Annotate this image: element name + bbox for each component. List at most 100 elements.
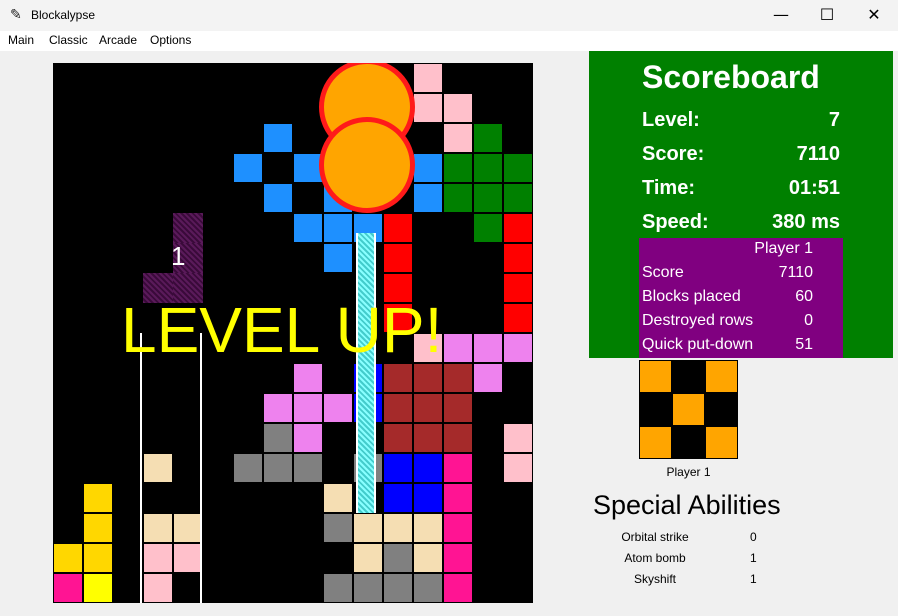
menu-classic[interactable]: Classic [49,33,88,47]
board-block [293,453,323,483]
menu-bar: Main Classic Arcade Options [0,31,898,51]
orbital-beam [356,233,376,513]
preview-block [639,360,672,393]
board-block [413,93,443,123]
menu-arcade[interactable]: Arcade [99,33,137,47]
ability-atom-bomb[interactable]: Atom bomb 1 [600,551,780,569]
board-block [443,423,473,453]
score-label: Score: [642,143,705,165]
board-block [443,183,473,213]
board-block [503,453,533,483]
falling-piece-block [173,213,203,243]
ability-count: 0 [750,530,757,544]
board-block [323,243,353,273]
board-block [173,513,203,543]
game-board[interactable]: 1 LEVEL UP! [53,63,533,603]
board-block [443,93,473,123]
board-block [443,333,473,363]
board-block [293,213,323,243]
board-block [413,183,443,213]
scoreboard-title: Scoreboard [642,59,820,95]
close-button[interactable]: ✕ [851,0,897,31]
scoreboard-panel: Scoreboard Level: 7 Score: 7110 Time: 01… [589,51,893,358]
board-block [473,123,503,153]
next-piece-preview [639,360,738,459]
board-block [473,363,503,393]
board-block [383,393,413,423]
board-block [293,393,323,423]
stat-value: 7110 [778,264,813,281]
board-block [53,543,83,573]
ability-orbital-strike[interactable]: Orbital strike 0 [600,530,780,548]
ability-count: 1 [750,551,757,565]
ability-name: Atom bomb [624,551,686,565]
board-block [263,183,293,213]
board-block [443,123,473,153]
board-block [413,63,443,93]
stat-row-blocks: Blocks placed 60 [642,286,840,310]
board-block [413,393,443,423]
board-block [443,543,473,573]
board-block [503,333,533,363]
board-block [413,483,443,513]
board-block [473,183,503,213]
stat-name: Score [642,264,684,281]
board-block [293,423,323,453]
speed-label: Speed: [642,211,709,233]
board-block [413,543,443,573]
stat-row-rows: Destroyed rows 0 [642,310,840,334]
board-block [383,363,413,393]
board-block [263,393,293,423]
ability-name: Skyshift [633,572,676,586]
preview-block [639,426,672,459]
board-block [263,453,293,483]
board-block [443,483,473,513]
ghost-column-right-line [200,333,202,603]
board-block [173,543,203,573]
player-header: Player 1 [754,240,813,257]
board-block [83,543,113,573]
board-block [353,513,383,543]
board-block [323,483,353,513]
board-block [443,393,473,423]
minimize-button[interactable]: — [758,0,804,31]
stat-row-quick: Quick put-down 51 [642,334,840,358]
board-block [83,573,113,603]
board-block [143,453,173,483]
board-block [413,423,443,453]
board-block [473,213,503,243]
player-header-row: Player 1 [642,238,840,262]
board-block [503,213,533,243]
board-block [233,153,263,183]
board-block [353,543,383,573]
board-block [443,153,473,183]
ghost-column-left-line [140,333,142,603]
board-block [413,363,443,393]
board-block [413,153,443,183]
board-block [83,483,113,513]
board-block [503,273,533,303]
score-value: 7110 [796,143,840,165]
menu-main[interactable]: Main [8,33,34,47]
level-value: 7 [828,109,840,131]
board-block [323,393,353,423]
board-block [473,333,503,363]
abilities-title: Special Abilities [593,490,781,520]
time-value: 01:51 [788,177,840,199]
board-block [233,453,263,483]
board-block [383,213,413,243]
board-block [503,303,533,333]
board-block [353,573,383,603]
board-block [503,423,533,453]
board-block [473,153,503,183]
stat-row-score: Score 7110 [642,262,840,286]
board-block [263,123,293,153]
board-block [323,513,353,543]
menu-options[interactable]: Options [150,33,191,47]
board-block [443,573,473,603]
ability-skyshift[interactable]: Skyshift 1 [600,572,780,590]
board-block [323,573,353,603]
preview-player-label: Player 1 [666,465,711,479]
stat-name: Destroyed rows [642,312,754,329]
maximize-button[interactable]: ☐ [804,0,850,31]
